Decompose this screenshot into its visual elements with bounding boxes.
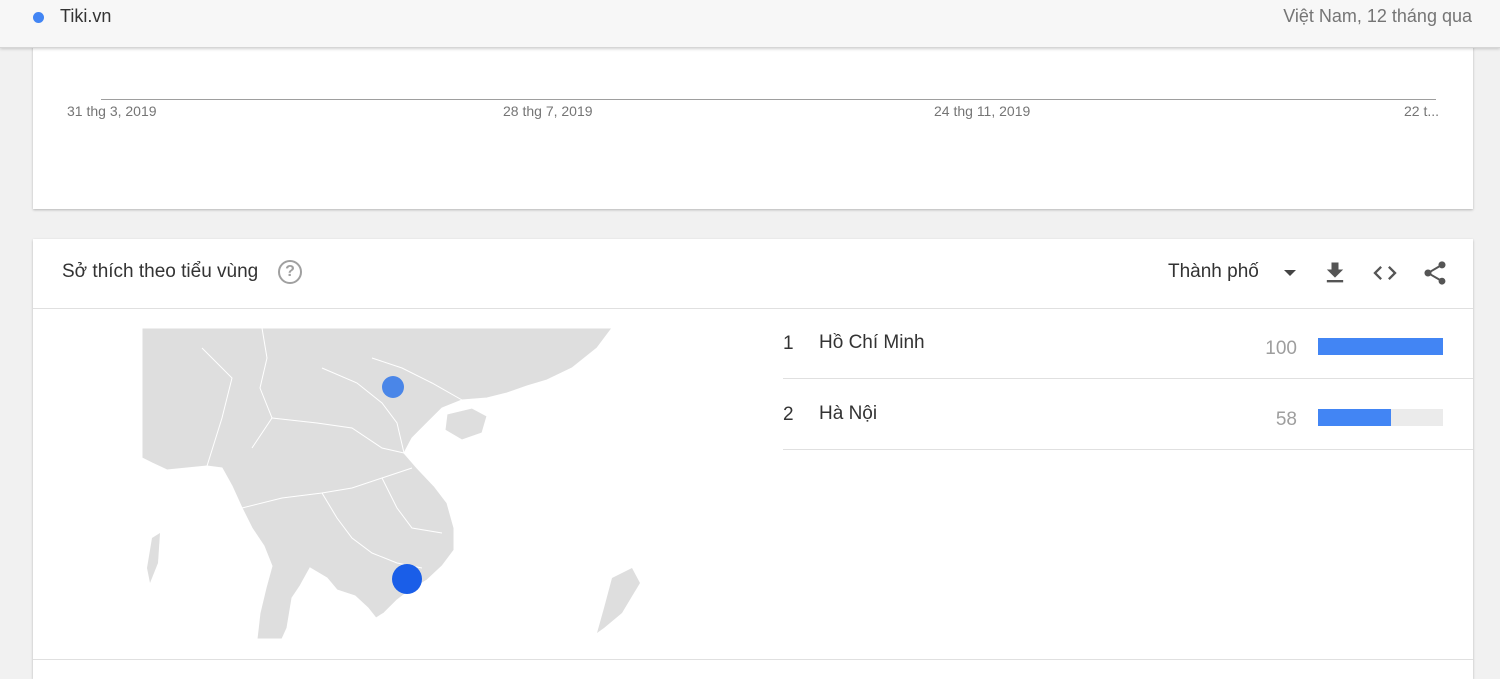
- search-term-label[interactable]: Tiki.vn: [60, 6, 111, 27]
- subregion-map[interactable]: [142, 328, 642, 639]
- interest-by-subregion-card: Sở thích theo tiểu vùng ? Thành phố 1 Hồ…: [33, 239, 1473, 679]
- interest-value: 58: [1275, 409, 1297, 430]
- subregion-ranking-list: 1 Hồ Chí Minh 100 2 Hà Nội 58: [783, 308, 1473, 450]
- resolution-dropdown[interactable]: Thành phố: [1168, 261, 1296, 285]
- region-name-link[interactable]: Hồ Chí Minh: [819, 332, 925, 354]
- interest-bar-fill: [1318, 409, 1391, 426]
- interest-bar-fill: [1318, 338, 1443, 355]
- card-header: Sở thích theo tiểu vùng ? Thành phố: [33, 239, 1473, 309]
- interest-over-time-card: 31 thg 3, 2019 28 thg 7, 2019 24 thg 11,…: [33, 40, 1473, 209]
- map-marker-ha-noi[interactable]: [382, 376, 404, 398]
- search-term-color-dot: [33, 12, 44, 23]
- interest-bar: [1318, 338, 1443, 355]
- share-icon[interactable]: [1421, 259, 1449, 287]
- interest-value: 100: [1265, 338, 1297, 359]
- interest-bar: [1318, 409, 1443, 426]
- ranking-row[interactable]: 1 Hồ Chí Minh 100: [783, 308, 1473, 379]
- map-marker-ho-chi-minh[interactable]: [392, 564, 422, 594]
- rank-number: 2: [783, 404, 794, 425]
- resolution-dropdown-value: Thành phố: [1168, 261, 1259, 282]
- comparison-header-bar: Tiki.vn Việt Nam, 12 tháng qua: [0, 0, 1500, 48]
- help-circle-icon[interactable]: ?: [278, 260, 302, 284]
- region-name-link[interactable]: Hà Nội: [819, 403, 877, 425]
- download-icon[interactable]: [1321, 259, 1349, 287]
- ranking-row[interactable]: 2 Hà Nội 58: [783, 379, 1473, 450]
- rank-number: 1: [783, 333, 794, 354]
- embed-code-icon[interactable]: [1371, 259, 1399, 287]
- x-axis-tick-label: 22 t...: [1404, 103, 1440, 119]
- x-axis-tick-label: 31 thg 3, 2019: [67, 103, 157, 119]
- x-axis-tick-label: 28 thg 7, 2019: [503, 103, 593, 119]
- card-title: Sở thích theo tiểu vùng: [62, 261, 259, 282]
- caret-down-icon: [1284, 270, 1296, 276]
- region-time-scope[interactable]: Việt Nam, 12 tháng qua: [1283, 6, 1472, 27]
- x-axis-tick-label: 24 thg 11, 2019: [934, 103, 1031, 119]
- card-footer-divider: [33, 659, 1473, 660]
- timeline-x-axis: [101, 99, 1436, 100]
